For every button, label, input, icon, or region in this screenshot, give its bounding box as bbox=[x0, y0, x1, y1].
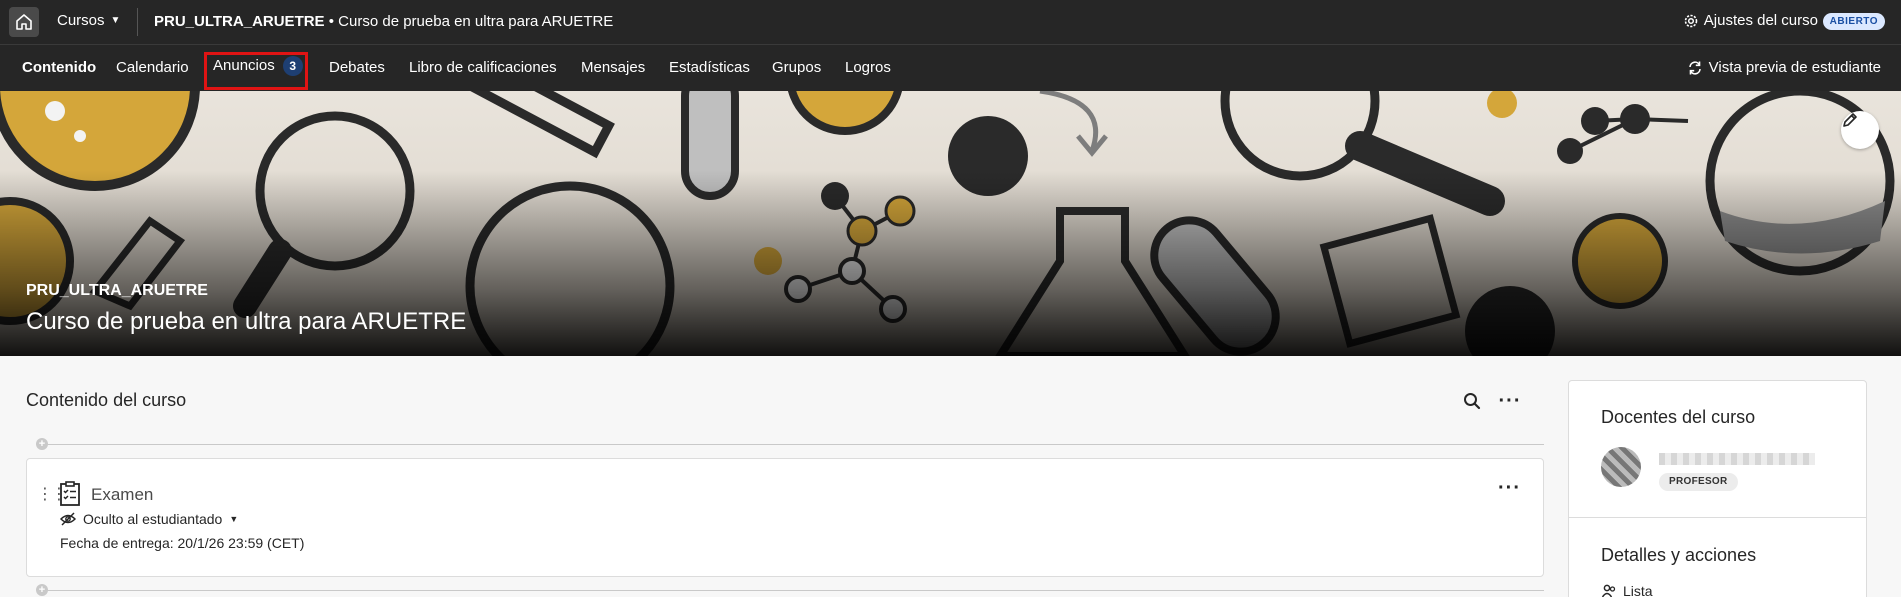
teachers-heading: Docentes del curso bbox=[1601, 407, 1756, 427]
add-content-divider[interactable]: + bbox=[26, 438, 1544, 450]
roster-link[interactable]: Lista bbox=[1601, 583, 1653, 597]
course-name: Curso de prueba en ultra para ARUETRE bbox=[338, 13, 614, 30]
tab-libro-de-calificaciones[interactable]: Libro de calificaciones bbox=[409, 59, 557, 76]
due-date: Fecha de entrega: 20/1/26 23:59 (CET) bbox=[60, 535, 305, 551]
tab-label: Libro de calificaciones bbox=[409, 59, 557, 76]
people-icon bbox=[1601, 584, 1616, 597]
content-more-options-button[interactable]: ··· bbox=[1496, 389, 1524, 413]
course-banner: PRU_ULTRA_ARUETRE Curso de prueba en ult… bbox=[0, 91, 1901, 356]
search-content-button[interactable] bbox=[1460, 389, 1484, 413]
tab-label: Logros bbox=[845, 59, 891, 76]
visibility-label: Oculto al estudiantado bbox=[83, 511, 223, 527]
roster-label: Lista bbox=[1623, 583, 1653, 597]
courses-label: Cursos bbox=[57, 12, 105, 29]
plus-icon[interactable]: + bbox=[36, 438, 48, 450]
details-heading: Detalles y acciones bbox=[1601, 545, 1757, 565]
course-code: PRU_ULTRA_ARUETRE bbox=[154, 13, 325, 30]
tab-label: Grupos bbox=[772, 59, 822, 76]
courses-dropdown[interactable]: Cursos ▼ bbox=[57, 12, 120, 29]
divider bbox=[1569, 517, 1866, 518]
tab-calendario[interactable]: Calendario bbox=[116, 59, 189, 76]
eye-off-icon bbox=[60, 512, 76, 526]
student-preview-label: Vista previa de estudiante bbox=[1708, 59, 1881, 76]
tab-contenido[interactable]: Contenido bbox=[22, 59, 96, 76]
test-icon bbox=[60, 481, 80, 506]
breadcrumb-separator: • bbox=[324, 13, 339, 30]
chevron-down-icon: ▼ bbox=[229, 514, 239, 524]
course-breadcrumb: PRU_ULTRA_ARUETRE • Curso de prueba en u… bbox=[154, 13, 613, 30]
banner-course-name: Curso de prueba en ultra para ARUETRE bbox=[26, 308, 467, 335]
pencil-icon bbox=[1843, 113, 1857, 127]
chevron-down-icon: ▼ bbox=[110, 15, 121, 26]
more-icon: ··· bbox=[1498, 477, 1521, 499]
top-bar: Cursos ▼ PRU_ULTRA_ARUETRE • Curso de pr… bbox=[0, 0, 1901, 44]
tab-label: Estadísticas bbox=[669, 59, 750, 76]
status-badge: ABIERTO bbox=[1822, 13, 1885, 30]
tab-grupos[interactable]: Grupos bbox=[772, 59, 821, 76]
course-content-heading: Contenido del curso bbox=[26, 390, 187, 410]
refresh-icon bbox=[1688, 60, 1701, 75]
tab-label: Mensajes bbox=[581, 59, 646, 76]
tab-label: Debates bbox=[329, 59, 385, 76]
course-side-panel: Docentes del curso PROFESOR Detalles y a… bbox=[1568, 380, 1867, 597]
tab-label: Calendario bbox=[116, 59, 189, 76]
home-button[interactable] bbox=[9, 7, 39, 37]
banner-course-code: PRU_ULTRA_ARUETRE bbox=[26, 282, 208, 299]
item-more-options-button[interactable]: ··· bbox=[1498, 477, 1521, 500]
tab-estadisticas[interactable]: Estadísticas bbox=[669, 59, 750, 76]
plus-icon[interactable]: + bbox=[36, 584, 48, 596]
tab-mensajes[interactable]: Mensajes bbox=[581, 59, 645, 76]
more-icon: ··· bbox=[1498, 389, 1522, 412]
home-icon bbox=[16, 14, 32, 30]
tab-logros[interactable]: Logros bbox=[845, 59, 891, 76]
highlight-box bbox=[204, 52, 308, 90]
course-settings-button[interactable]: Ajustes del curso bbox=[1683, 12, 1818, 29]
divider-line bbox=[46, 590, 1544, 591]
teacher-name-redacted[interactable] bbox=[1659, 453, 1815, 465]
edit-banner-button[interactable] bbox=[1841, 111, 1879, 149]
avatar[interactable] bbox=[1601, 447, 1641, 487]
tab-debates[interactable]: Debates bbox=[329, 59, 385, 76]
gear-icon bbox=[1684, 14, 1698, 27]
student-preview-button[interactable]: Vista previa de estudiante bbox=[1687, 59, 1881, 76]
content-item[interactable]: ⋮⋮ Examen Oculto al estudiantado ▼ Fecha… bbox=[26, 458, 1544, 577]
search-icon bbox=[1464, 393, 1481, 410]
divider bbox=[137, 8, 138, 36]
item-title-link[interactable]: Examen bbox=[91, 485, 153, 505]
role-badge: PROFESOR bbox=[1659, 473, 1738, 491]
settings-label: Ajustes del curso bbox=[1703, 12, 1818, 29]
visibility-dropdown[interactable]: Oculto al estudiantado ▼ bbox=[60, 511, 238, 527]
divider-line bbox=[46, 444, 1544, 445]
add-content-divider[interactable]: + bbox=[26, 584, 1544, 596]
tab-label: Contenido bbox=[22, 59, 97, 76]
